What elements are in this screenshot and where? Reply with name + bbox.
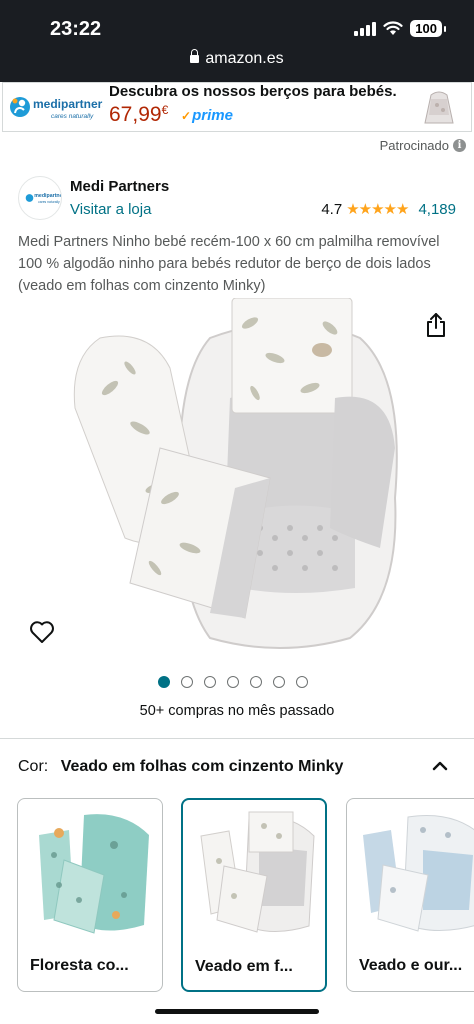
color-variant-card[interactable]: Floresta co... bbox=[17, 798, 163, 992]
lock-icon bbox=[190, 49, 200, 63]
star-rating-icon: ★★★★★ bbox=[346, 201, 409, 218]
variant-image bbox=[39, 814, 149, 934]
purchase-count: 50+ compras no mês passado bbox=[139, 703, 335, 719]
medipartners-logo: medipartners cares naturally bbox=[10, 97, 103, 120]
svg-text:medipartners: medipartners bbox=[33, 97, 103, 111]
section-divider bbox=[0, 738, 474, 739]
banner-price: 67,99€ bbox=[109, 103, 169, 126]
chevron-up-icon[interactable] bbox=[430, 756, 450, 776]
image-carousel-indicator[interactable] bbox=[0, 676, 470, 688]
selected-color: Veado em folhas com cinzento Minky bbox=[60, 758, 344, 775]
svg-text:cares naturally: cares naturally bbox=[51, 113, 94, 120]
visit-store-link[interactable]: Visitar a loja bbox=[70, 201, 151, 218]
brand-logo[interactable]: medipartners cares naturally bbox=[18, 176, 62, 220]
rating-count-link[interactable]: 4,189 bbox=[418, 201, 456, 218]
product-title: Medi Partners Ninho bebé recém-100 x 60 … bbox=[18, 234, 440, 294]
product-image[interactable] bbox=[60, 298, 412, 653]
carousel-dot-active[interactable] bbox=[158, 676, 170, 688]
color-selector-header: Cor: Veado em folhas com cinzento Minky bbox=[18, 758, 343, 776]
variant-name: Veado e our... bbox=[359, 957, 463, 974]
cellular-signal-icon bbox=[354, 21, 377, 36]
home-indicator[interactable] bbox=[155, 1009, 319, 1014]
svg-text:medipartners: medipartners bbox=[34, 193, 62, 199]
color-variant-card[interactable]: Veado e our... bbox=[346, 798, 474, 992]
rating-value: 4.7 bbox=[321, 200, 343, 218]
variant-name: Veado em f... bbox=[195, 958, 293, 975]
svg-text:cares naturally: cares naturally bbox=[38, 200, 60, 204]
carousel-dot[interactable] bbox=[296, 676, 308, 688]
address-bar[interactable]: amazon.es bbox=[0, 49, 474, 68]
wishlist-heart-icon[interactable] bbox=[29, 620, 55, 644]
variant-image bbox=[363, 814, 474, 932]
sponsored-banner[interactable]: medipartners cares naturally Descubra os… bbox=[2, 82, 472, 132]
carousel-dot[interactable] bbox=[250, 676, 262, 688]
carousel-dot[interactable] bbox=[273, 676, 285, 688]
info-icon[interactable]: i bbox=[453, 139, 466, 152]
sponsored-label[interactable]: Patrocinado i bbox=[380, 138, 466, 153]
banner-product-image bbox=[417, 85, 461, 129]
status-time: 23:22 bbox=[50, 18, 102, 40]
carousel-dot[interactable] bbox=[204, 676, 216, 688]
color-variant-card-selected[interactable]: Veado em f... bbox=[181, 798, 327, 992]
carousel-dot[interactable] bbox=[181, 676, 193, 688]
brand-name: Medi Partners bbox=[70, 178, 170, 195]
banner-headline: Descubra os nossos berços para bebés. bbox=[109, 83, 397, 100]
prime-badge: ✓prime bbox=[181, 107, 233, 124]
share-icon[interactable] bbox=[424, 312, 448, 338]
rating-summary[interactable]: 4.7 ★★★★★ 4,189 bbox=[321, 200, 456, 219]
variant-image bbox=[200, 811, 315, 933]
wifi-icon bbox=[383, 21, 403, 35]
color-label: Cor: bbox=[18, 758, 49, 775]
prime-check-icon: ✓ bbox=[181, 109, 192, 123]
battery-icon: 100 bbox=[410, 20, 446, 37]
variant-name: Floresta co... bbox=[30, 957, 129, 974]
status-icons: 100 bbox=[354, 20, 446, 37]
browser-chrome: 23:22 100 amazon.es bbox=[0, 0, 474, 82]
url-text: amazon.es bbox=[205, 50, 284, 67]
carousel-dot[interactable] bbox=[227, 676, 239, 688]
